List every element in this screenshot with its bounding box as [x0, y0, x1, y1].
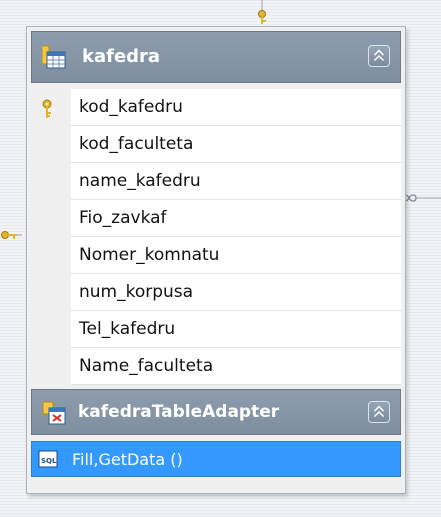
column-item[interactable]: Nomer_komnatu	[71, 237, 401, 274]
sql-query-icon: SQL	[38, 450, 58, 468]
table-adapter-title: kafedraTableAdapter	[78, 402, 280, 422]
query-method-label: Fill,GetData ()	[72, 450, 183, 469]
table-adapter-icon	[42, 401, 66, 425]
table-title: kafedra	[82, 46, 161, 67]
column-item[interactable]: kod_faculteta	[71, 126, 401, 163]
relation-key-left-icon	[1, 231, 22, 239]
column-item[interactable]: num_korpusa	[71, 274, 401, 311]
table-adapter-header[interactable]: kafedraTableAdapter	[31, 389, 401, 435]
column-item[interactable]: Fio_zavkaf	[71, 200, 401, 237]
column-item[interactable]: Tel_kafedru	[71, 311, 401, 348]
svg-text:SQL: SQL	[41, 457, 57, 465]
adapter-collapse-button[interactable]	[368, 401, 390, 423]
query-method-row[interactable]: SQL Fill,GetData ()	[31, 441, 401, 477]
column-list: kod_kafedru kod_faculteta name_kafedru F…	[71, 89, 401, 385]
dataset-table-card[interactable]: kafedra kod_kafedru kod_faculteta name_k…	[26, 26, 406, 494]
column-item[interactable]: name_kafedru	[71, 163, 401, 200]
column-list-area: kod_kafedru kod_faculteta name_kafedru F…	[31, 89, 401, 385]
table-header[interactable]: kafedra	[31, 31, 401, 83]
column-item[interactable]: kod_kafedru	[71, 89, 401, 126]
column-item[interactable]: Name_faculteta	[71, 348, 401, 385]
table-icon	[42, 45, 66, 69]
relation-key-icon	[258, 0, 266, 24]
collapse-button[interactable]	[368, 45, 390, 67]
primary-key-icon	[42, 99, 52, 118]
